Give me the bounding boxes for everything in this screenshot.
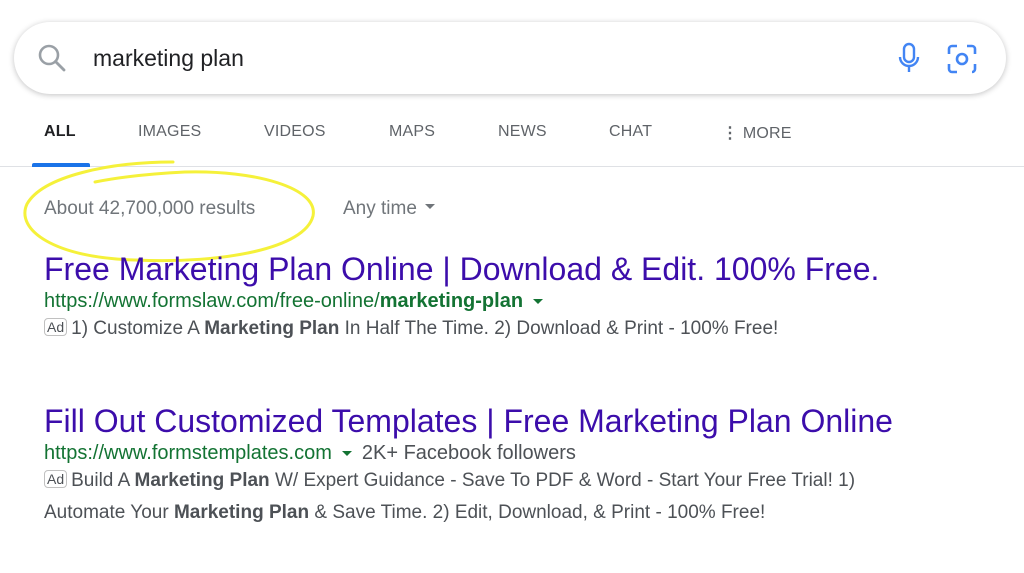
search-icon[interactable] [36,42,68,74]
result-url[interactable]: https://www.formstemplates.com 2K+ Facebo… [44,442,893,465]
result-url[interactable]: https://www.formslaw.com/free-online/mar… [44,290,879,313]
desc-text: Build A [71,470,135,491]
vertical-dots-icon: ⋮ [722,125,739,142]
url-caret-down-icon[interactable] [341,451,352,456]
result-description: Ad Build A Marketing Plan W/ Expert Guida… [44,465,893,529]
ad-badge: Ad [44,470,68,488]
desc-text: Automate Your [44,502,174,523]
tab-more-label: MORE [742,125,792,142]
ad-badge: Ad [44,318,68,336]
result-title[interactable]: Free Marketing Plan Online | Download & … [44,250,879,288]
result-stats: About 42,700,000 results [44,198,256,219]
time-filter-label: Any time [343,198,417,219]
facebook-followers: 2K+ Facebook followers [361,442,576,464]
desc-bold: Marketing Plan [134,470,270,491]
desc-bold: Marketing Plan [204,318,340,339]
tab-news[interactable]: NEWS [498,123,547,141]
result-description: Ad 1) Customize A Marketing Plan In Half … [44,313,879,345]
tab-images[interactable]: IMAGES [138,123,201,141]
search-tabs: ALL IMAGES VIDEOS MAPS NEWS CHAT ⋮ MORE [0,100,1024,167]
desc-text: In Half The Time. 2) Download & Print - … [339,318,779,339]
tab-chat[interactable]: CHAT [609,123,652,141]
result-title[interactable]: Fill Out Customized Templates | Free Mar… [44,402,893,440]
tab-all[interactable]: ALL [44,123,76,141]
tab-videos[interactable]: VIDEOS [264,123,326,141]
time-filter-dropdown[interactable]: Any time [343,198,435,220]
camera-lens-icon[interactable] [945,42,979,76]
desc-text: & Save Time. 2) Edit, Download, & Print … [309,502,766,523]
desc-text: 1) Customize A [71,318,205,339]
search-input[interactable]: marketing plan [93,45,244,72]
desc-text: W/ Expert Guidance - Save To PDF & Word … [269,470,856,491]
caret-down-icon [424,204,435,210]
active-tab-indicator [32,163,90,167]
result-url-prefix: https://www.formslaw.com/free-online/ [44,290,380,312]
result-url-prefix: https://www.formstemplates.com [44,442,332,464]
url-caret-down-icon[interactable] [533,299,544,304]
desc-line-2: Automate Your Marketing Plan & Save Time… [44,497,893,529]
search-bar[interactable]: marketing plan [14,22,1006,94]
tab-maps[interactable]: MAPS [389,123,435,141]
search-result-1: Free Marketing Plan Online | Download & … [44,250,879,345]
desc-line-1: Ad Build A Marketing Plan W/ Expert Guida… [44,465,893,497]
microphone-icon[interactable] [897,41,921,75]
search-result-2: Fill Out Customized Templates | Free Mar… [44,402,893,529]
tab-more[interactable]: ⋮ MORE [722,123,792,143]
desc-bold: Marketing Plan [173,502,310,523]
result-url-bold: marketing-plan [379,290,524,312]
